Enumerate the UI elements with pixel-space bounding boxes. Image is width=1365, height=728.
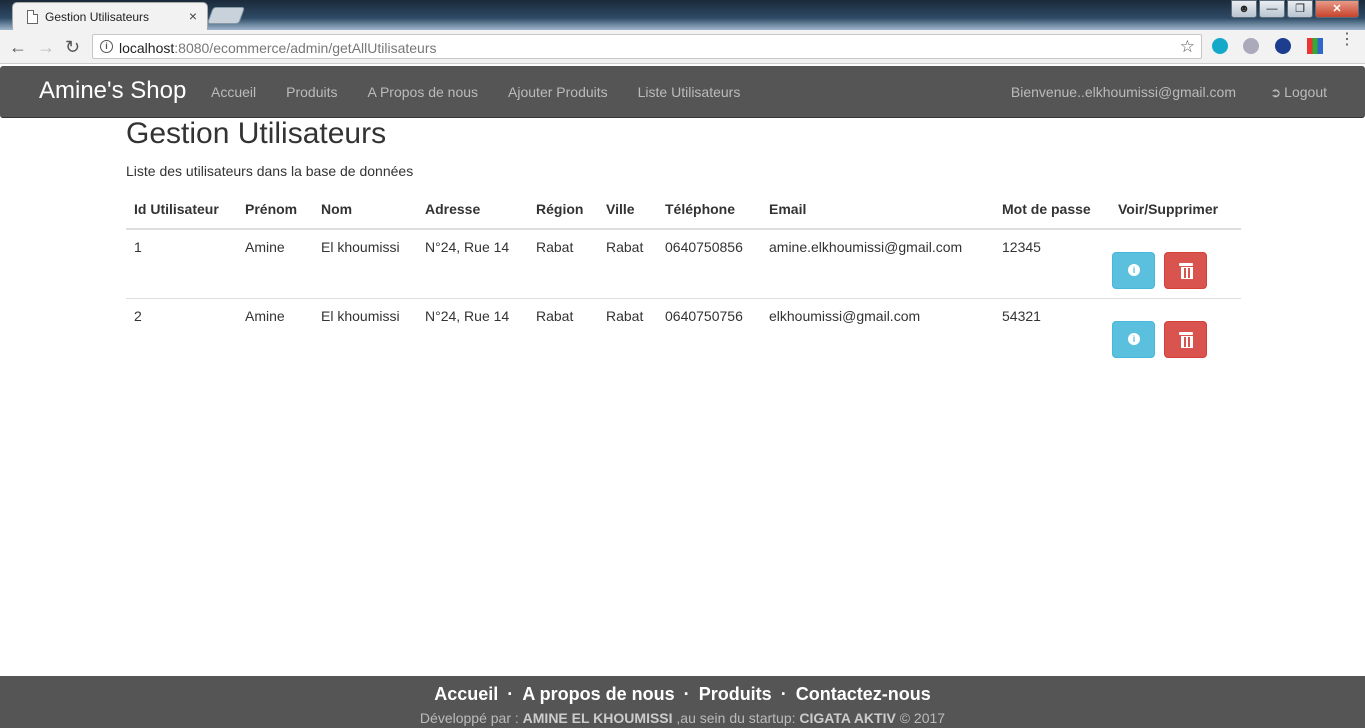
column-header: Prénom	[237, 190, 313, 230]
extension-icon[interactable]	[1307, 38, 1323, 54]
browser-menu-icon[interactable]: ⋮	[1339, 32, 1355, 48]
cell-nom: El khoumissi	[313, 298, 417, 367]
column-header: Région	[528, 190, 598, 230]
footer-separator: ·	[683, 684, 690, 704]
cell-region: Rabat	[528, 298, 598, 367]
cell-email: elkhoumissi@gmail.com	[761, 298, 994, 367]
cell-prenom: Amine	[237, 298, 313, 367]
logout-link[interactable]: ➲ Logout	[1270, 84, 1327, 101]
site-navbar: Amine's Shop Accueil Produits A Propos d…	[0, 66, 1365, 118]
cell-telephone: 0640750756	[657, 298, 761, 367]
view-user-button[interactable]: i	[1112, 321, 1155, 358]
cell-email: amine.elkhoumissi@gmail.com	[769, 239, 963, 255]
maximize-button[interactable]: ❐	[1287, 0, 1313, 18]
site-info-icon[interactable]: i	[100, 40, 113, 53]
footer-link-accueil[interactable]: Accueil	[434, 684, 498, 705]
page-subtitle: Liste des utilisateurs dans la base de d…	[126, 163, 414, 179]
users-table: Id Utilisateur Prénom Nom Adresse Région…	[126, 190, 1241, 367]
cell-id: 1	[134, 239, 142, 255]
address-bar[interactable]: i localhost:8080/ecommerce/admin/getAllU…	[92, 34, 1202, 59]
footer-separator: ·	[507, 684, 514, 704]
footer-links: Accueil · A propos de nous · Produits · …	[0, 684, 1365, 705]
table-header-row: Id Utilisateur Prénom Nom Adresse Région…	[126, 190, 1241, 230]
nav-link-liste-utilisateurs[interactable]: Liste Utilisateurs	[638, 84, 741, 100]
reload-icon[interactable]: ↻	[65, 37, 80, 57]
page-title: Gestion Utilisateurs	[126, 117, 387, 150]
footer-link-contact[interactable]: Contactez-nous	[796, 684, 931, 705]
delete-user-button[interactable]	[1163, 321, 1207, 358]
cell-nom: El khoumissi	[321, 239, 400, 255]
column-header: Id Utilisateur	[126, 190, 237, 230]
footer-link-a-propos[interactable]: A propos de nous	[522, 684, 674, 705]
close-window-button[interactable]: ✕	[1315, 0, 1359, 18]
table-row: 1 Amine El khoumissi N°24, Rue 14 Rabat …	[126, 229, 1241, 299]
cell-id: 2	[126, 298, 237, 367]
column-header: Nom	[313, 190, 417, 230]
column-header: Adresse	[417, 190, 528, 230]
trash-icon	[1178, 263, 1193, 279]
user-profile-button[interactable]: ☻	[1231, 0, 1257, 18]
nav-link-ajouter-produits[interactable]: Ajouter Produits	[508, 84, 608, 100]
cell-ville: Rabat	[598, 298, 657, 367]
cell-region: Rabat	[536, 239, 574, 255]
footer-separator: ·	[780, 684, 787, 704]
cell-prenom: Amine	[245, 239, 285, 255]
column-header: Voir/Supprimer	[1110, 190, 1241, 230]
cell-adresse: N°24, Rue 14	[425, 239, 510, 255]
site-footer: Accueil · A propos de nous · Produits · …	[0, 676, 1365, 728]
column-header: Mot de passe	[994, 190, 1110, 230]
column-header: Téléphone	[657, 190, 761, 230]
view-user-button[interactable]: i	[1112, 252, 1155, 289]
browser-tab-bar: Gestion Utilisateurs × ☻ — ❐ ✕	[0, 0, 1365, 30]
cell-mot-de-passe: 12345	[1002, 239, 1041, 255]
table-row: 2 Amine El khoumissi N°24, Rue 14 Rabat …	[126, 298, 1241, 367]
nav-link-produits[interactable]: Produits	[286, 84, 337, 100]
welcome-user-link[interactable]: Bienvenue..elkhoumissi@gmail.com	[1011, 84, 1236, 100]
column-header: Email	[761, 190, 994, 230]
nav-links: Accueil Produits A Propos de nous Ajoute…	[211, 84, 770, 100]
url-text[interactable]: localhost:8080/ecommerce/admin/getAllUti…	[119, 40, 437, 56]
tab-title: Gestion Utilisateurs	[45, 10, 150, 24]
minimize-button[interactable]: —	[1259, 0, 1285, 18]
forward-arrow-icon[interactable]: →	[37, 37, 55, 57]
new-tab-button[interactable]	[206, 7, 246, 24]
credits-author: AMINE EL KHOUMISSI	[522, 710, 673, 726]
info-icon: i	[1128, 264, 1140, 276]
column-header: Ville	[598, 190, 657, 230]
credits-company: CIGATA AKTIV	[799, 710, 896, 726]
logout-icon: ➲	[1270, 85, 1282, 100]
footer-link-produits[interactable]: Produits	[699, 684, 772, 705]
cell-telephone: 0640750856	[665, 239, 743, 255]
cell-actions: i	[1110, 298, 1241, 367]
back-arrow-icon[interactable]: ←	[9, 37, 27, 57]
cell-actions: i	[1110, 229, 1241, 299]
nav-link-accueil[interactable]: Accueil	[211, 84, 256, 100]
brand-logo[interactable]: Amine's Shop	[39, 77, 186, 105]
footer-credits: Développé par : AMINE EL KHOUMISSI ,au s…	[419, 710, 946, 726]
extension-icon[interactable]	[1275, 38, 1291, 54]
tab-close-icon[interactable]: ×	[189, 8, 197, 24]
nav-link-a-propos[interactable]: A Propos de nous	[368, 84, 479, 100]
extension-icon[interactable]	[1243, 38, 1259, 54]
cell-mot-de-passe: 54321	[994, 298, 1110, 367]
grammarly-extension-icon[interactable]	[1212, 38, 1228, 54]
cell-ville: Rabat	[606, 239, 644, 255]
bookmark-star-icon[interactable]: ☆	[1180, 37, 1195, 57]
delete-user-button[interactable]	[1163, 252, 1207, 289]
trash-icon	[1178, 332, 1193, 348]
document-icon	[27, 10, 38, 24]
info-icon: i	[1128, 333, 1140, 345]
window-controls: ☻ — ❐ ✕	[1231, 0, 1359, 18]
browser-tab[interactable]: Gestion Utilisateurs ×	[12, 2, 208, 30]
cell-adresse: N°24, Rue 14	[417, 298, 528, 367]
browser-toolbar: ← → ↻ i localhost:8080/ecommerce/admin/g…	[0, 30, 1365, 64]
